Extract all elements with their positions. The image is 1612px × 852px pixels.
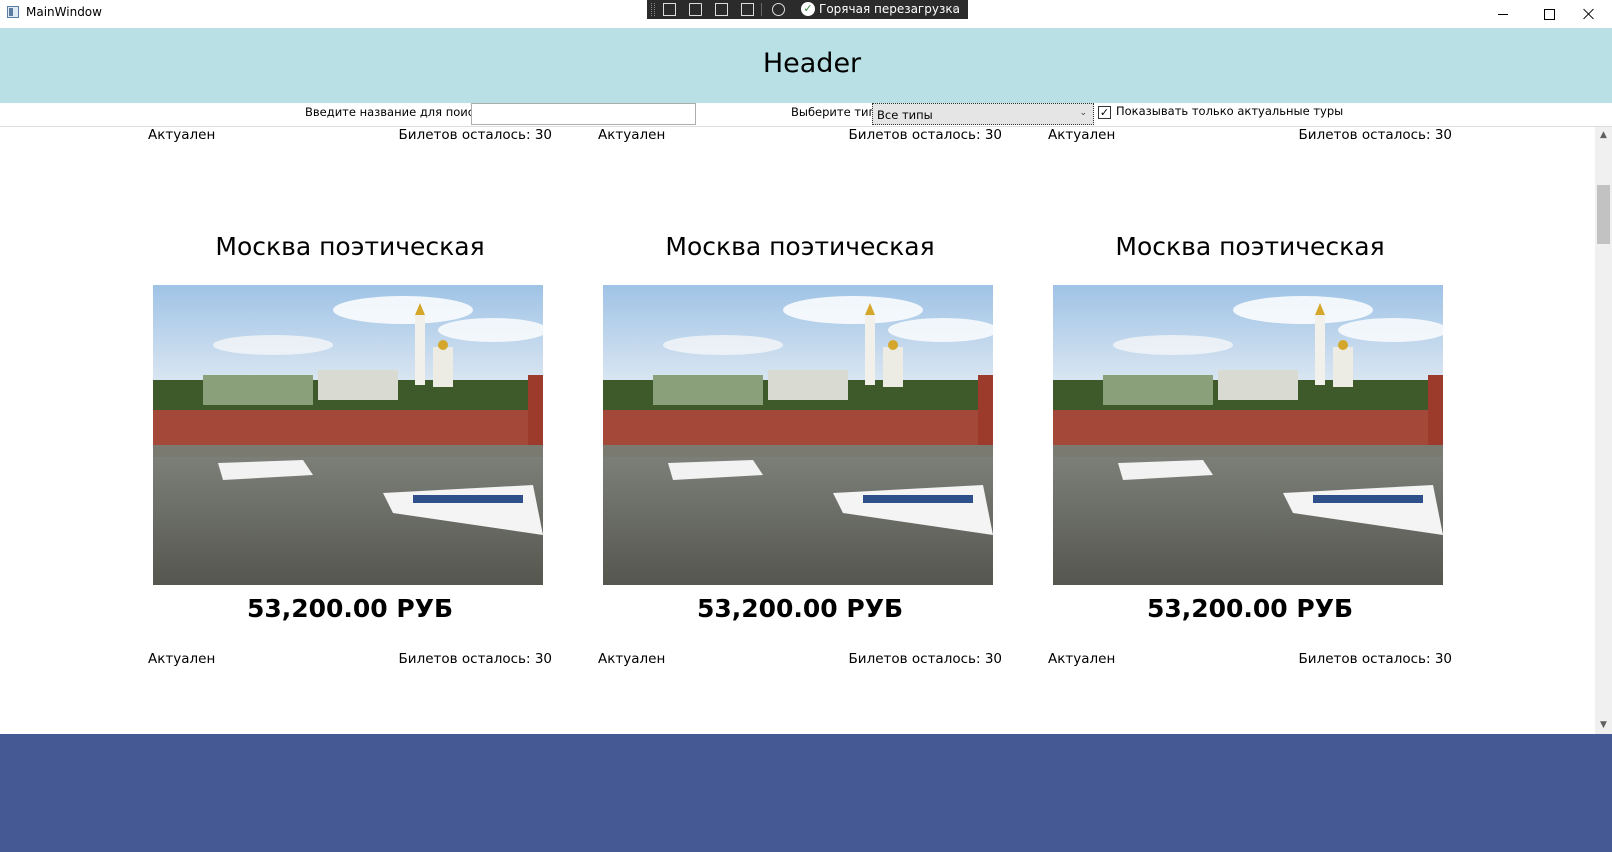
tour-price: 53,200.00 РУБ (696, 594, 904, 623)
track-focus-icon[interactable] (741, 3, 754, 16)
chevron-down-icon: ⌄ (1079, 108, 1087, 118)
app-icon (7, 6, 19, 18)
tour-tickets-left: Билетов осталось: 30 (848, 651, 1002, 667)
type-label: Выберите тип: (791, 105, 880, 119)
tour-name: Москва поэтическая (215, 232, 485, 261)
page-title: Header (762, 48, 862, 79)
scroll-thumb[interactable] (1597, 185, 1610, 244)
tour-status: Актуален (148, 651, 216, 667)
search-label: Введите название для поиска: (305, 105, 492, 119)
toolbar-separator (761, 3, 762, 16)
tour-card[interactable]: Москва поэтическая 53,200.00 РУБ Актуале… (1048, 232, 1452, 728)
footer-band (0, 734, 1612, 852)
tour-tickets-left: Билетов осталось: 30 (848, 127, 1002, 143)
scroll-up-icon[interactable]: ▲ (1595, 127, 1612, 144)
only-actual-checkbox[interactable]: ✓ (1098, 106, 1111, 119)
collapse-toolbar-icon[interactable]: ‹ (952, 1, 957, 15)
tour-tickets-left: Билетов осталось: 30 (1298, 651, 1452, 667)
header-band: Header (0, 28, 1612, 103)
tour-name: Москва поэтическая (665, 232, 935, 261)
select-element-icon[interactable] (689, 3, 702, 16)
window-title: MainWindow (26, 5, 102, 19)
hot-reload-label[interactable]: Горячая перезагрузка (819, 2, 960, 16)
tour-photo (1053, 285, 1443, 585)
tour-price: 53,200.00 РУБ (246, 594, 454, 623)
checkmark-icon: ✓ (801, 2, 815, 16)
xaml-debug-toolbar: ✓ Горячая перезагрузка ‹ (647, 0, 968, 19)
scroll-down-icon[interactable]: ▼ (1595, 717, 1612, 734)
tour-name: Москва поэтическая (1115, 232, 1385, 261)
tour-card[interactable]: 53,200.00 РУБ Актуален Билетов осталось:… (598, 127, 1002, 204)
tour-card[interactable]: Москва поэтическая 53,200.00 РУБ Актуале… (148, 232, 552, 728)
tour-status: Актуален (1048, 651, 1116, 667)
tour-status: Актуален (148, 127, 216, 143)
close-button[interactable] (1566, 0, 1612, 28)
type-selected-value: Все типы (877, 108, 933, 122)
only-actual-label[interactable]: Показывать только актуальные туры (1116, 104, 1343, 118)
type-dropdown[interactable]: Все типы ⌄ (872, 103, 1094, 125)
tour-tickets-left: Билетов осталось: 30 (398, 651, 552, 667)
minimize-icon (1498, 13, 1508, 15)
tour-card[interactable]: Москва поэтическая 53,200.00 РУБ Актуале… (598, 232, 1002, 728)
tour-card[interactable]: 53,200.00 РУБ Актуален Билетов осталось:… (148, 127, 552, 204)
tour-card[interactable]: 53,200.00 РУБ Актуален Билетов осталось:… (1048, 127, 1452, 204)
tour-photo (603, 285, 993, 585)
tour-price: 53,200.00 РУБ (1146, 594, 1354, 623)
live-visual-tree-icon[interactable] (663, 3, 676, 16)
close-icon (1583, 8, 1595, 20)
maximize-icon (1543, 8, 1555, 20)
display-adorners-icon[interactable] (715, 3, 728, 16)
binding-failures-icon[interactable] (772, 3, 785, 16)
tour-tickets-left: Билетов осталось: 30 (398, 127, 552, 143)
tour-status: Актуален (1048, 127, 1116, 143)
vertical-scrollbar[interactable]: ▲ ▼ (1595, 127, 1612, 734)
drag-grip-icon[interactable] (651, 3, 655, 16)
search-input[interactable] (471, 103, 696, 125)
tour-status: Актуален (598, 651, 666, 667)
tour-tickets-left: Билетов осталось: 30 (1298, 127, 1452, 143)
tour-photo (153, 285, 543, 585)
filter-bar: Введите название для поиска: Выберите ти… (0, 103, 1612, 127)
tour-list[interactable]: 53,200.00 РУБ Актуален Билетов осталось:… (0, 127, 1612, 734)
minimize-button[interactable] (1480, 0, 1526, 28)
tour-status: Актуален (598, 127, 666, 143)
